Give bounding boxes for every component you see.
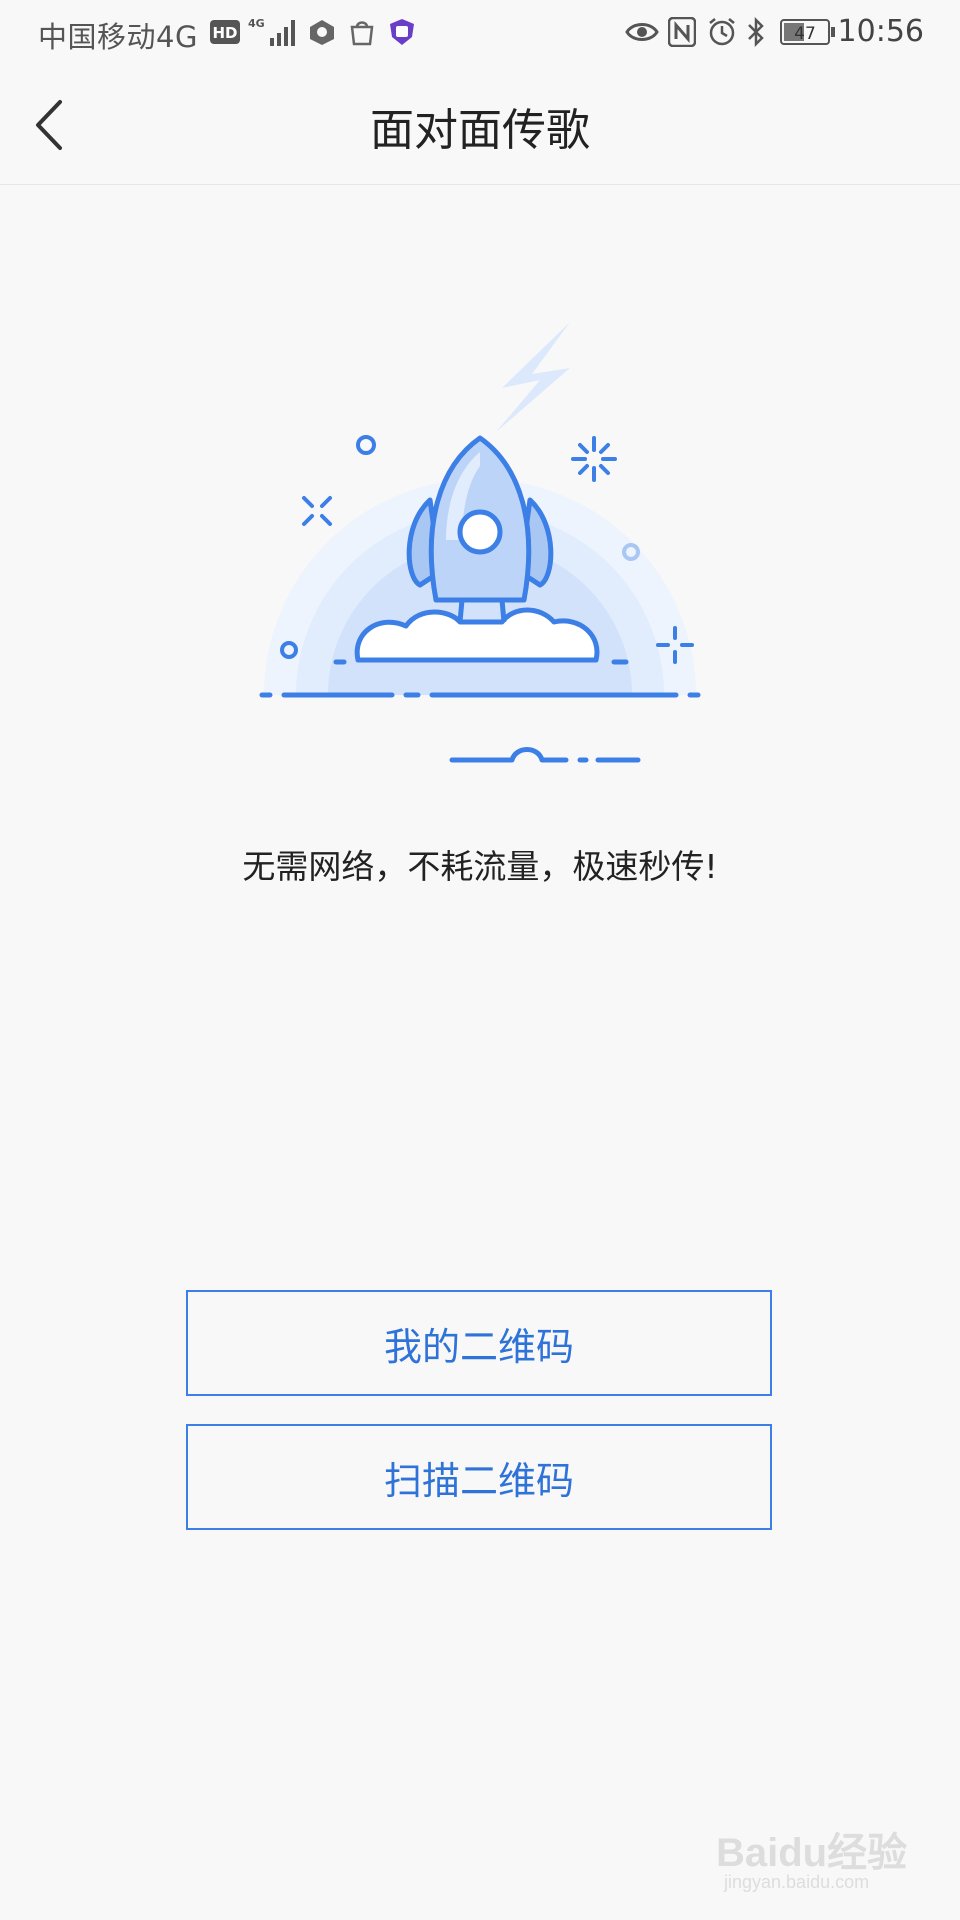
svg-text:HD: HD [212, 24, 237, 42]
bag-icon [346, 14, 378, 50]
bluetooth-icon [744, 14, 768, 50]
rocket-icon [259, 322, 701, 763]
watermark-url: jingyan.baidu.com [724, 1872, 870, 1892]
carrier-label: 中国移动4G [38, 20, 198, 54]
nav-bar: 面对面传歌 [0, 66, 960, 185]
battery-icon: 47 [780, 14, 836, 50]
tie-icon [386, 14, 418, 50]
scan-qr-code-button[interactable]: 扫描二维码 [186, 1424, 772, 1530]
watermark-text: Baidu经验 [716, 1831, 908, 1875]
hd-icon: HD [210, 14, 240, 50]
page-title: 面对面传歌 [370, 105, 590, 156]
hero-illustration [240, 310, 720, 780]
clock-time: 10:56 [837, 14, 924, 49]
app-icon [306, 14, 338, 50]
watermark-logo: Baidu经验 jingyan.baidu.com [716, 1820, 916, 1900]
signal-icon: 4G [248, 14, 298, 50]
alarm-icon [706, 14, 738, 50]
nfc-icon [666, 14, 698, 50]
status-bar: 中国移动4G HD 4G 47 10:56 [0, 0, 960, 66]
tagline-text: 无需网络，不耗流量，极速秒传! [242, 847, 718, 886]
eye-icon [624, 14, 660, 50]
my-qr-code-button[interactable]: 我的二维码 [186, 1290, 772, 1396]
svg-text:47: 47 [794, 24, 816, 44]
svg-text:4G: 4G [248, 17, 265, 30]
